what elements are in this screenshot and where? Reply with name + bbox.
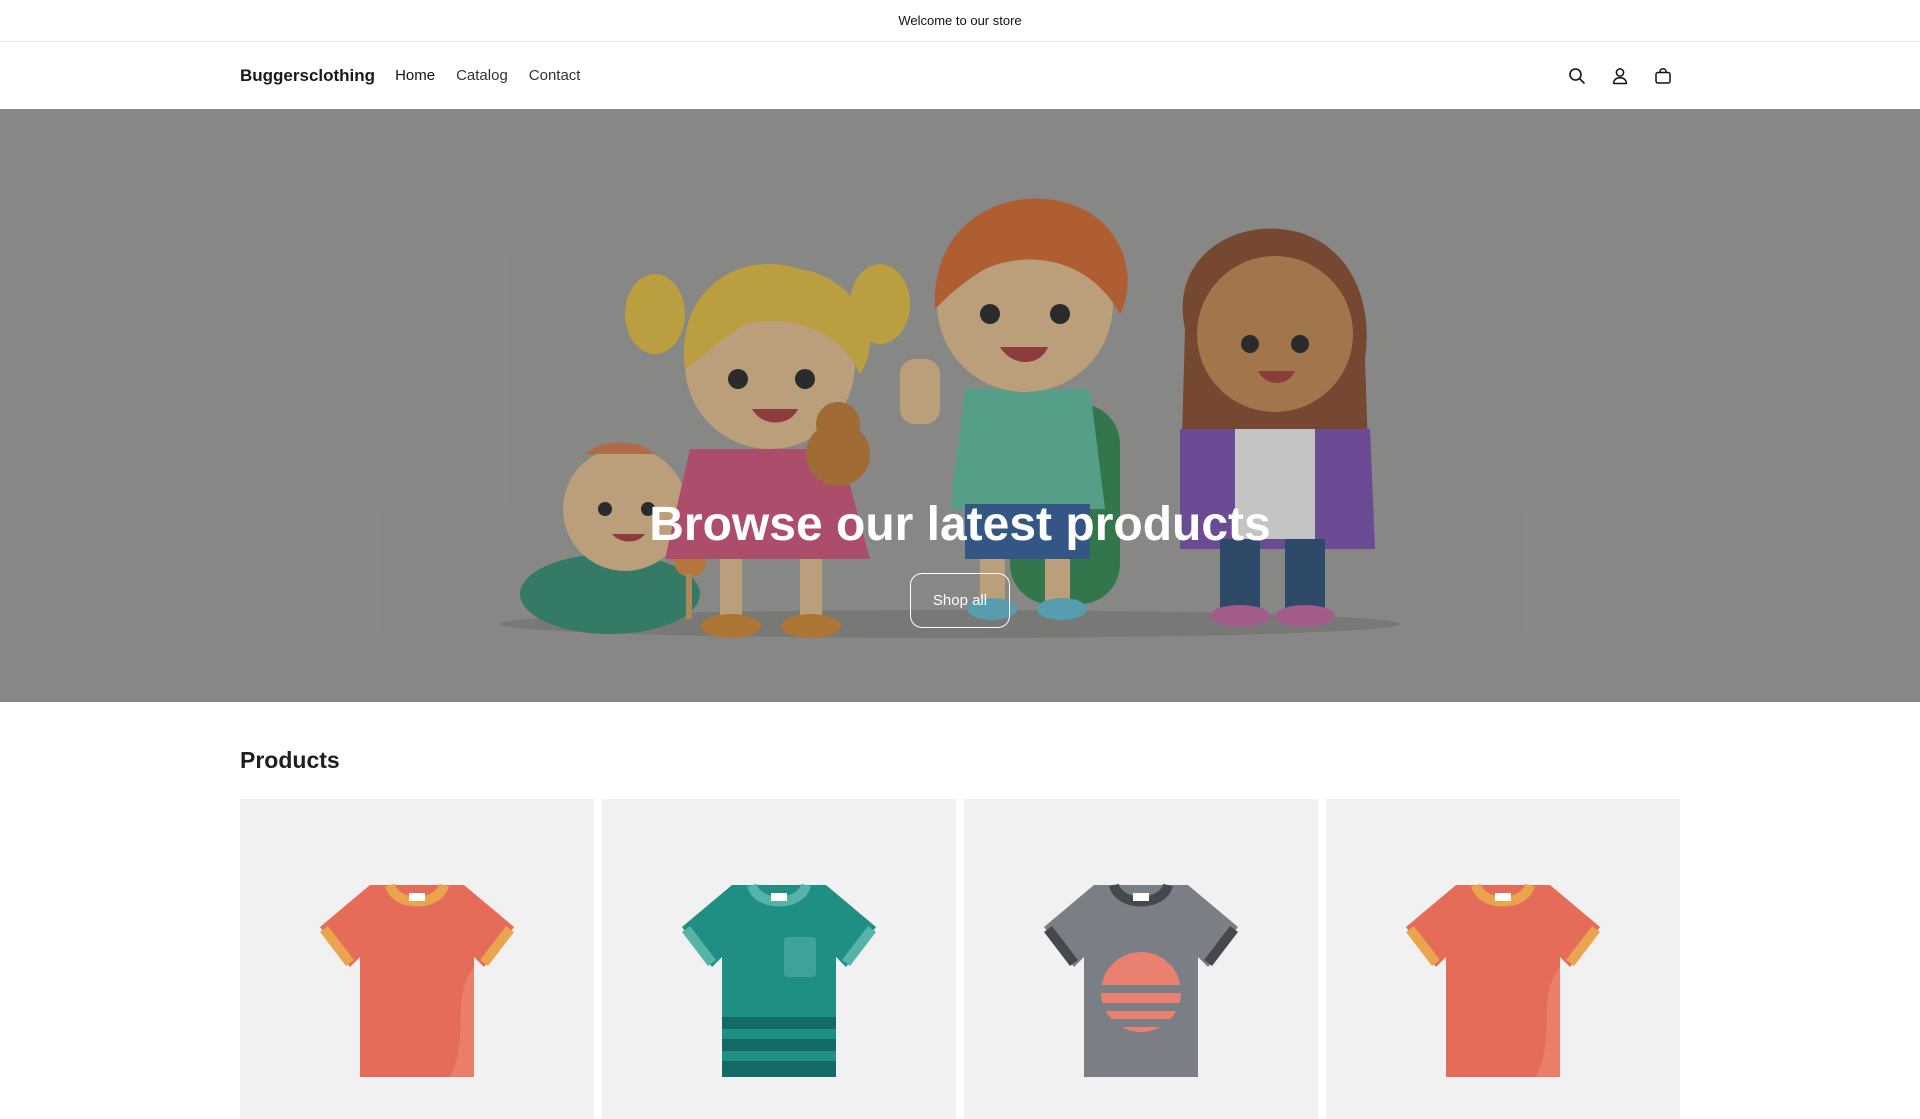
t-shirt-icon	[1406, 883, 1600, 1077]
main-nav: Home Catalog Contact	[395, 67, 580, 84]
hero-banner: Browse our latest products Shop all	[0, 109, 1920, 702]
announcement-text: Welcome to our store	[898, 13, 1022, 28]
account-icon[interactable]	[1609, 65, 1631, 87]
cart-icon[interactable]	[1652, 65, 1674, 87]
shop-all-button[interactable]: Shop all	[910, 573, 1010, 628]
search-icon[interactable]	[1566, 65, 1588, 87]
header-icons	[1566, 65, 1680, 87]
site-header: Buggersclothing Home Catalog Contact	[0, 42, 1920, 109]
hero-content: Browse our latest products Shop all	[0, 501, 1920, 628]
products-heading: Products	[240, 747, 340, 773]
nav-item-home[interactable]: Home	[395, 67, 435, 84]
hero-title: Browse our latest products	[649, 498, 1271, 551]
brand-logo-link[interactable]: Buggersclothing	[240, 66, 375, 86]
announcement-bar: Welcome to our store	[0, 0, 1920, 42]
nav-item-catalog[interactable]: Catalog	[456, 67, 508, 84]
t-shirt-icon	[682, 883, 876, 1077]
product-grid	[240, 799, 1680, 1119]
product-card-2[interactable]	[602, 799, 956, 1119]
t-shirt-icon	[320, 883, 514, 1077]
products-section: Products	[240, 702, 1680, 1119]
product-card-3[interactable]	[964, 799, 1318, 1119]
nav-item-contact[interactable]: Contact	[529, 67, 581, 84]
t-shirt-icon	[1044, 883, 1238, 1077]
product-card-1[interactable]	[240, 799, 594, 1119]
product-card-4[interactable]	[1326, 799, 1680, 1119]
